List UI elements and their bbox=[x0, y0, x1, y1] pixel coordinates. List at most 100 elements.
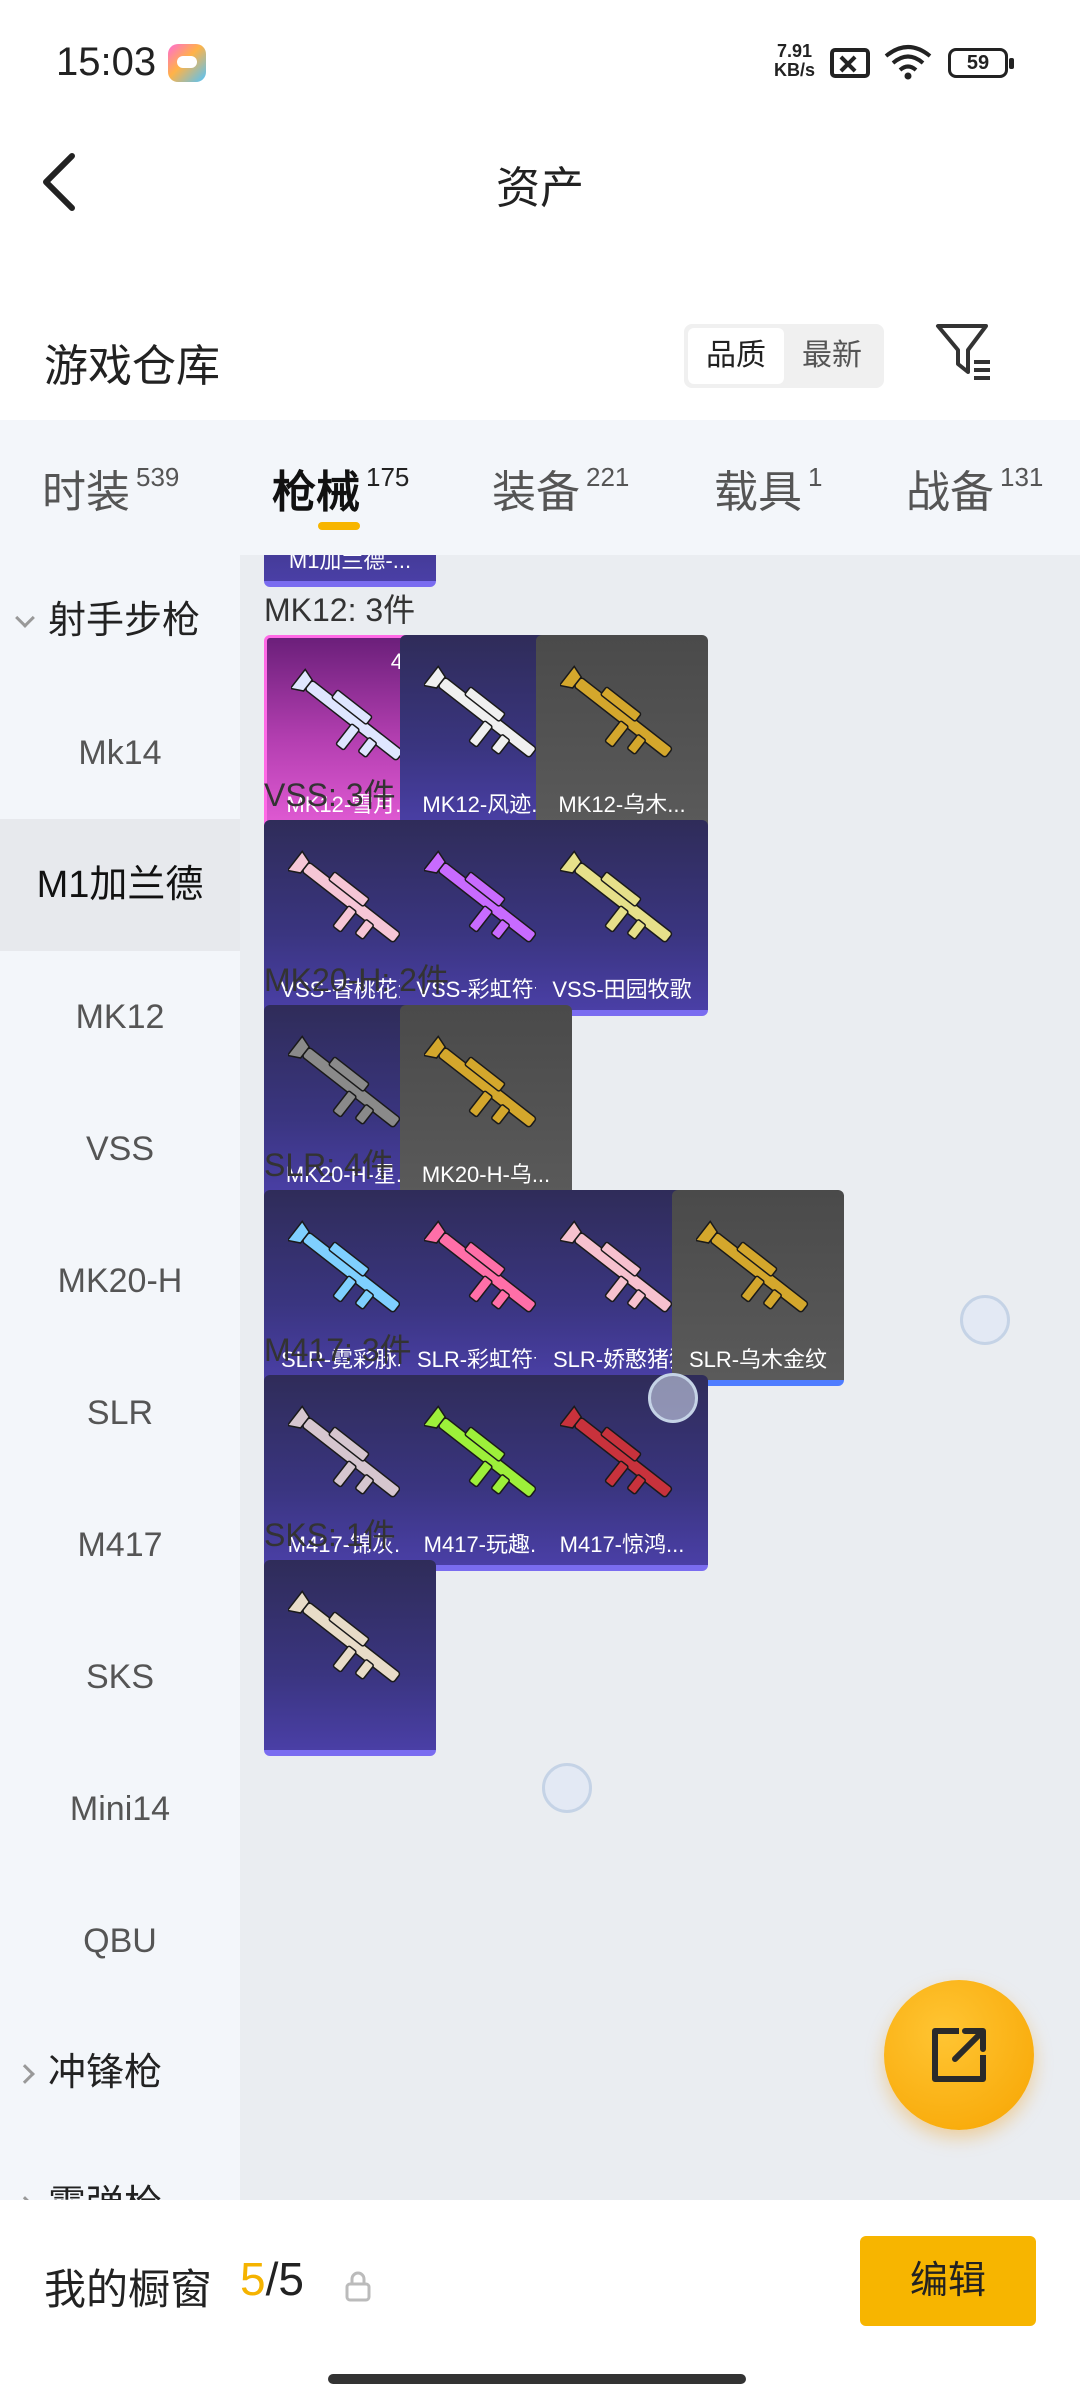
wifi-icon bbox=[884, 45, 932, 80]
sidebar-item-m1-garand[interactable]: M1加兰德 bbox=[0, 819, 240, 951]
weapon-card-label: SLR-乌木金纹 bbox=[688, 1347, 828, 1372]
game-center-icon bbox=[168, 44, 206, 82]
rifle-icon bbox=[424, 665, 537, 758]
tab-supplies[interactable]: 战备 131 bbox=[906, 456, 1043, 520]
category-tabs: 时装 539 枪械 175 装备 221 载具 1 战备 131 bbox=[0, 420, 1080, 555]
weapon-grid: M1加兰德-... MK12: 3件4级MK12-雪月...MK12-风迹...… bbox=[240, 555, 1080, 2200]
weapon-card-label: M1加兰德-... bbox=[288, 555, 412, 573]
tab-count: 175 bbox=[366, 462, 410, 492]
showcase-count-total: /5 bbox=[265, 2253, 304, 2305]
tab-equipment[interactable]: 装备 221 bbox=[492, 456, 629, 520]
touch-indicator bbox=[960, 1295, 1010, 1345]
network-speed-unit: KB/s bbox=[774, 60, 816, 80]
active-tab-indicator bbox=[318, 522, 360, 530]
network-speed: 7.91 KB/s bbox=[774, 42, 815, 80]
tab-label: 时装 bbox=[42, 468, 130, 517]
showcase-bar: 我的橱窗 5/5 编辑 bbox=[0, 2200, 1080, 2400]
sidebar-category-label: 射手步枪 bbox=[48, 600, 201, 642]
tab-count: 221 bbox=[586, 462, 630, 492]
tab-label: 载具 bbox=[714, 468, 802, 517]
no-sim-icon bbox=[830, 48, 870, 78]
share-button[interactable] bbox=[884, 1980, 1034, 2130]
sort-quality-button[interactable]: 品质 bbox=[688, 328, 784, 384]
sidebar-category-marksman[interactable]: 射手步枪 bbox=[15, 555, 201, 687]
network-speed-value: 7.91 bbox=[776, 41, 813, 61]
tab-fashion[interactable]: 时装 539 bbox=[42, 456, 179, 520]
weapon-card-partial[interactable]: M1加兰德-... bbox=[264, 555, 436, 587]
sort-toggle: 品质 最新 bbox=[684, 324, 884, 388]
sidebar-category-smg[interactable]: 冲锋枪 bbox=[15, 2007, 163, 2139]
weapon-type-sidebar: 射手步枪 Mk14 M1加兰德 MK12 VSS MK20-H SLR M417… bbox=[0, 555, 240, 2200]
rifle-icon bbox=[288, 1035, 401, 1128]
sidebar-item-slr[interactable]: SLR bbox=[0, 1347, 240, 1479]
sidebar-category-label: 冲锋枪 bbox=[48, 2052, 163, 2094]
tab-count: 539 bbox=[136, 462, 180, 492]
rifle-icon bbox=[424, 850, 537, 943]
group-title: MK20-H: 2件 bbox=[264, 962, 449, 998]
tab-guns[interactable]: 枪械 175 bbox=[272, 456, 409, 520]
lock-icon bbox=[345, 2271, 371, 2302]
weapon-card-label: M417-惊鸿... bbox=[559, 1532, 685, 1557]
tab-vehicles[interactable]: 载具 1 bbox=[714, 456, 822, 520]
sidebar-item-sks[interactable]: SKS bbox=[0, 1611, 240, 1743]
weapon-card-label: MK12-乌木... bbox=[558, 792, 686, 817]
rifle-icon bbox=[288, 1220, 401, 1313]
touch-indicator bbox=[542, 1763, 592, 1813]
rifle-icon bbox=[288, 1590, 401, 1683]
rifle-icon bbox=[696, 1220, 809, 1313]
share-icon bbox=[932, 2028, 986, 2082]
rifle-icon bbox=[291, 668, 404, 761]
rifle-icon bbox=[288, 1405, 401, 1498]
group-title: VSS: 3件 bbox=[264, 777, 396, 813]
weapon-card[interactable]: VSS-田园牧歌 bbox=[536, 820, 708, 1016]
filter-icon[interactable] bbox=[934, 320, 994, 384]
warehouse-title: 游戏仓库 bbox=[44, 342, 220, 391]
sidebar-item-mk12[interactable]: MK12 bbox=[0, 951, 240, 1083]
group-title: M417: 3件 bbox=[264, 1332, 412, 1368]
rifle-icon bbox=[424, 1035, 537, 1128]
rifle-icon bbox=[424, 1405, 537, 1498]
rifle-icon bbox=[560, 850, 673, 943]
sidebar-category-label: 霰弹枪 bbox=[48, 2184, 162, 2200]
sidebar-item-m417[interactable]: M417 bbox=[0, 1479, 240, 1611]
status-time: 15:03 bbox=[56, 40, 157, 84]
edit-button[interactable]: 编辑 bbox=[860, 2236, 1036, 2326]
chevron-down-icon bbox=[15, 608, 35, 628]
sort-newest-button[interactable]: 最新 bbox=[784, 328, 880, 384]
rifle-icon bbox=[560, 665, 673, 758]
sidebar-category-shotgun[interactable]: 霰弹枪 bbox=[15, 2139, 162, 2200]
tab-count: 1 bbox=[808, 462, 823, 492]
rifle-icon bbox=[288, 850, 401, 943]
sidebar-item-mk20h[interactable]: MK20-H bbox=[0, 1215, 240, 1347]
touch-indicator bbox=[648, 1373, 698, 1423]
weapon-card[interactable]: MK20-H-乌... bbox=[400, 1005, 572, 1201]
sidebar-item-mk14[interactable]: Mk14 bbox=[0, 687, 240, 819]
tab-label: 战备 bbox=[906, 468, 994, 517]
weapon-card[interactable]: MK12-乌木... bbox=[536, 635, 708, 831]
weapon-card[interactable] bbox=[264, 1560, 436, 1756]
weapon-card-label: VSS-田园牧歌 bbox=[552, 977, 692, 1002]
battery-icon: 59 bbox=[948, 48, 1014, 78]
warehouse-header: 游戏仓库 品质 最新 bbox=[0, 300, 1080, 410]
sidebar-item-vss[interactable]: VSS bbox=[0, 1083, 240, 1215]
showcase-label: 我的橱窗 bbox=[44, 2266, 213, 2313]
weapon-card[interactable]: SLR-乌木金纹 bbox=[672, 1190, 844, 1386]
weapon-card-label: MK20-H-乌... bbox=[421, 1162, 551, 1187]
showcase-count-current: 5 bbox=[240, 2253, 266, 2305]
group-title: SKS: 1件 bbox=[264, 1517, 396, 1553]
rifle-icon bbox=[424, 1220, 537, 1313]
status-bar: 15:03 7.91 KB/s 59 bbox=[0, 0, 1080, 130]
home-indicator bbox=[328, 2374, 746, 2384]
page-title: 资产 bbox=[496, 164, 584, 213]
tab-count: 131 bbox=[1000, 462, 1044, 492]
sidebar-item-qbu[interactable]: QBU bbox=[0, 1875, 240, 2007]
rifle-icon bbox=[560, 1220, 673, 1313]
showcase-count: 5/5 bbox=[240, 2252, 304, 2306]
nav-bar: 资产 bbox=[0, 130, 1080, 230]
group-title: SLR: 4件 bbox=[264, 1147, 394, 1183]
sidebar-item-mini14[interactable]: Mini14 bbox=[0, 1743, 240, 1875]
group-title: MK12: 3件 bbox=[264, 592, 416, 628]
chevron-right-icon bbox=[15, 2064, 35, 2084]
tab-label: 枪械 bbox=[272, 468, 360, 517]
tab-label: 装备 bbox=[492, 468, 580, 517]
